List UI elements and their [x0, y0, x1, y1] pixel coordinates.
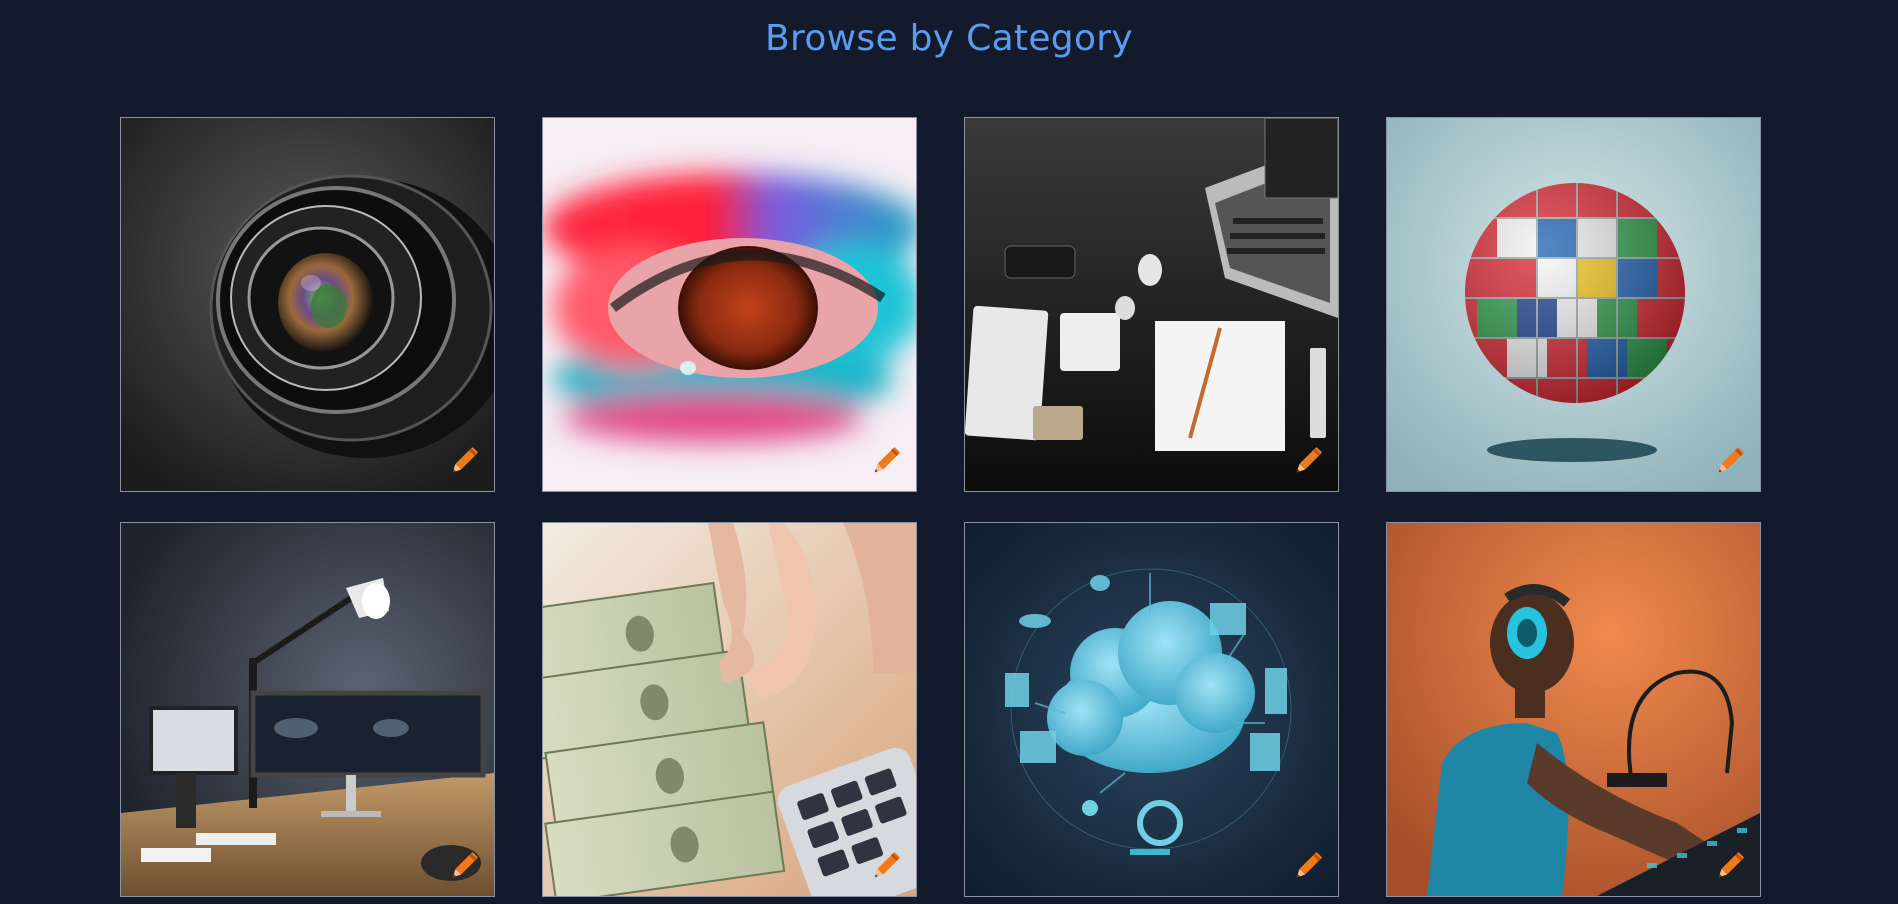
edit-pencil-icon[interactable] [446, 848, 482, 884]
edit-pencil-icon[interactable] [1290, 443, 1326, 479]
category-card-cloud[interactable] [964, 522, 1339, 897]
category-card-music[interactable] [1386, 522, 1761, 897]
camera-lens-image [121, 118, 494, 491]
edit-pencil-icon[interactable] [1712, 848, 1748, 884]
flag-globe-image [1387, 118, 1760, 491]
colorful-eye-image [543, 118, 916, 491]
cloud-network-image [965, 523, 1338, 896]
edit-pencil-icon[interactable] [1712, 443, 1748, 479]
category-page: Browse by Category [0, 0, 1898, 904]
category-card-studio[interactable] [120, 522, 495, 897]
page-title: Browse by Category [765, 18, 1133, 59]
edit-pencil-icon[interactable] [1290, 848, 1326, 884]
edit-pencil-icon[interactable] [868, 848, 904, 884]
dj-headphones-image [1387, 523, 1760, 896]
category-card-photography[interactable] [120, 117, 495, 492]
category-card-office[interactable] [964, 117, 1339, 492]
category-card-world[interactable] [1386, 117, 1761, 492]
category-grid [120, 117, 1763, 897]
edit-pencil-icon[interactable] [446, 443, 482, 479]
money-counting-image [543, 523, 916, 896]
category-card-design[interactable] [542, 117, 917, 492]
category-card-finance[interactable] [542, 522, 917, 897]
desk-workspace-image [965, 118, 1338, 491]
edit-pencil-icon[interactable] [868, 443, 904, 479]
studio-desk-lamp-image [121, 523, 494, 896]
